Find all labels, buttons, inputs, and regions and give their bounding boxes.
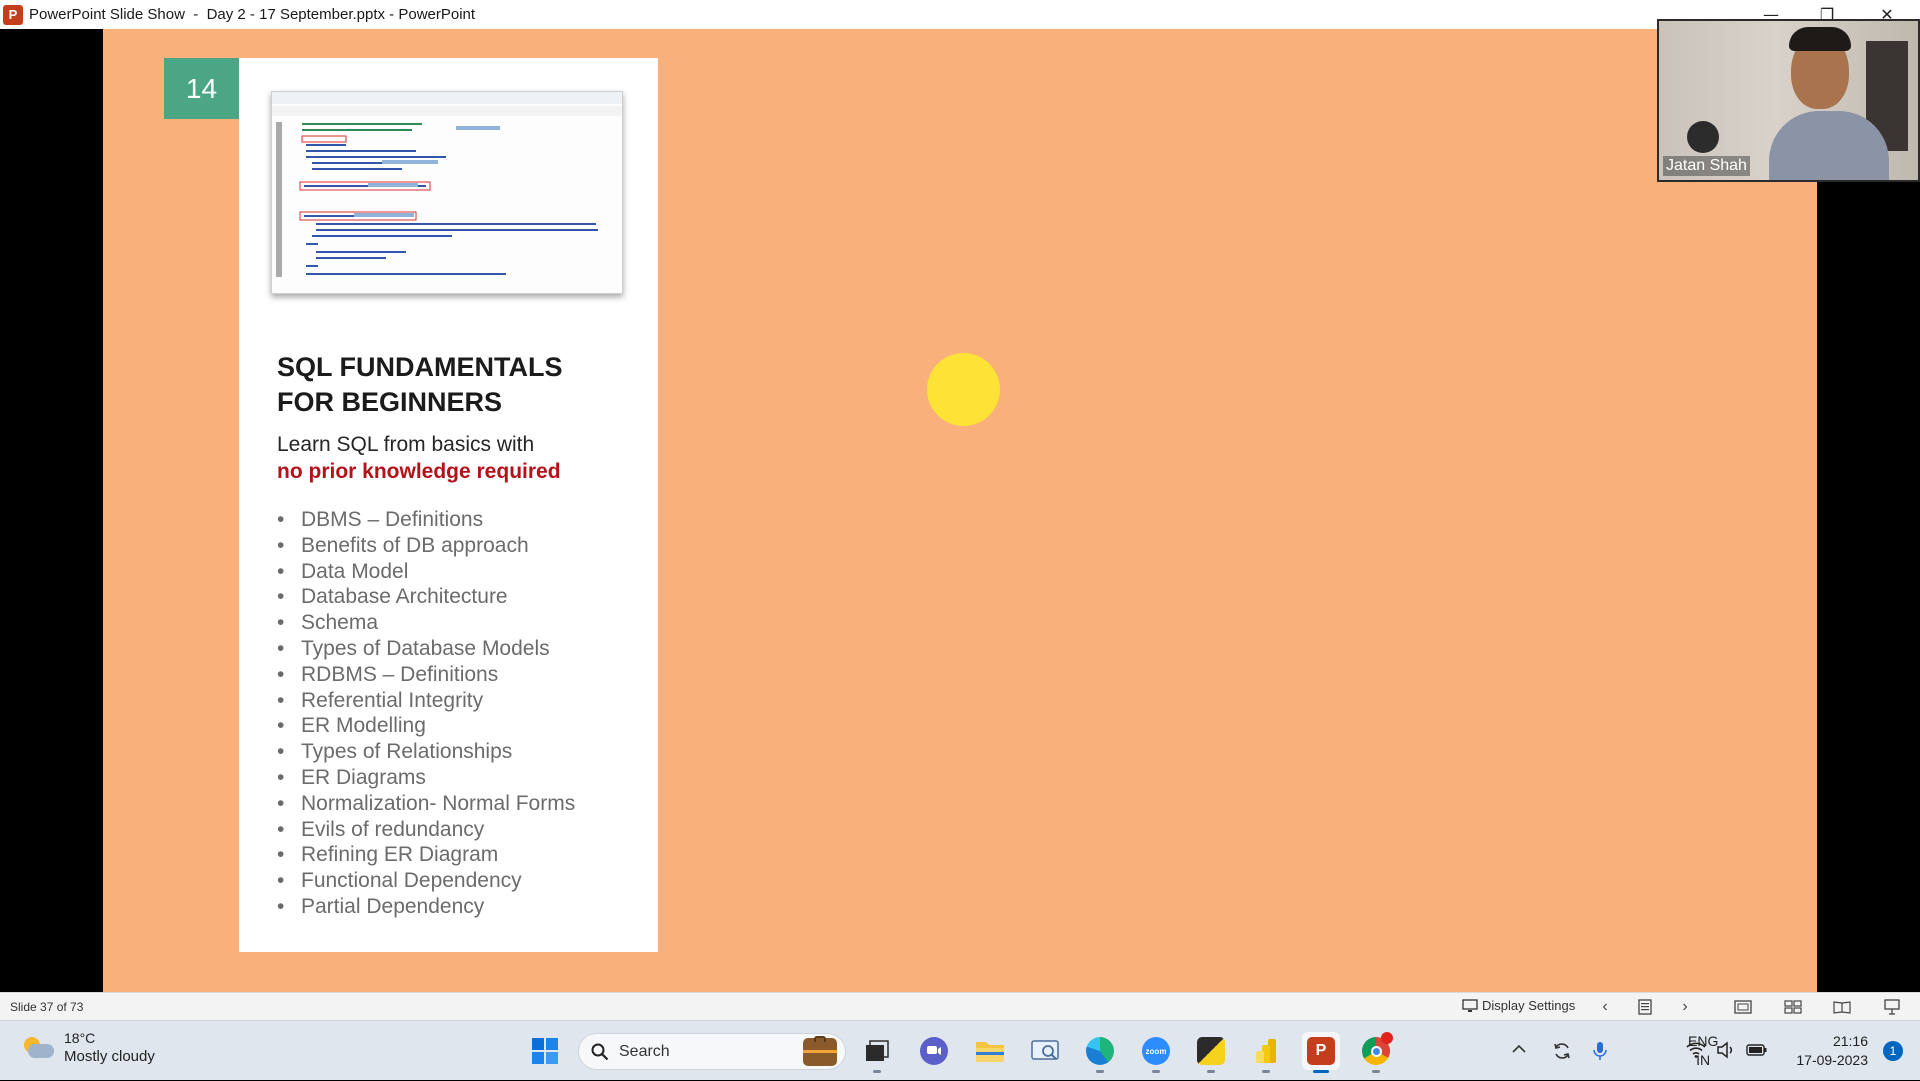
app-active-indicator <box>1313 1070 1329 1073</box>
list-item: Refining ER Diagram <box>277 842 637 868</box>
course-subtitle: Learn SQL from basics with no prior know… <box>277 431 637 485</box>
chevron-left-icon[interactable]: ‹ <box>1594 997 1616 1017</box>
edge-browser-button[interactable] <box>1081 1032 1119 1073</box>
video-microphone <box>1687 121 1719 153</box>
snipping-tool-button[interactable] <box>1026 1032 1064 1070</box>
list-item: Referential Integrity <box>277 688 637 714</box>
display-settings-label: Display Settings <box>1482 998 1576 1013</box>
task-view-icon <box>866 1040 889 1061</box>
snipping-tool-icon <box>1031 1040 1059 1060</box>
search-placeholder: Search <box>619 1042 670 1060</box>
windows-start-button[interactable] <box>526 1032 564 1070</box>
sticky-notes-button[interactable] <box>1192 1032 1230 1073</box>
reading-view-icon[interactable] <box>1831 997 1853 1017</box>
slideshow-icon[interactable] <box>1881 997 1903 1017</box>
notification-dot-icon <box>1381 1032 1393 1044</box>
laser-pointer-highlight <box>927 353 1000 426</box>
weather-desc: Mostly cloudy <box>64 1048 155 1065</box>
slideshow-status-bar: Slide 37 of 73 Display Settings ‹ › <box>0 992 1920 1020</box>
list-item: Partial Dependency <box>277 894 637 920</box>
weather-widget[interactable]: 18°C Mostly cloudy <box>22 1029 155 1067</box>
windows-taskbar: 18°C Mostly cloudy Search zoom P ENG IN … <box>0 1020 1920 1080</box>
participant-name: Jatan Shah <box>1663 156 1750 176</box>
powerpoint-app-icon: P <box>3 4 23 25</box>
chat-icon <box>920 1037 948 1065</box>
list-item: Functional Dependency <box>277 868 637 894</box>
normal-view-icon[interactable] <box>1732 997 1754 1017</box>
battery-icon[interactable] <box>1746 1043 1768 1062</box>
app-running-indicator <box>1152 1070 1160 1073</box>
title-bar: P PowerPoint Slide Show - Day 2 - 17 Sep… <box>0 0 1920 29</box>
chrome-button[interactable] <box>1357 1032 1395 1073</box>
zoom-button[interactable]: zoom <box>1137 1032 1175 1073</box>
course-card: SQL FUNDAMENTALS FOR BEGINNERS Learn SQL… <box>239 58 658 952</box>
list-item: RDBMS – Definitions <box>277 662 637 688</box>
slide-number-badge: 14 <box>164 58 239 119</box>
list-item: Database Architecture <box>277 584 637 610</box>
course-title: SQL FUNDAMENTALS FOR BEGINNERS <box>277 352 563 417</box>
monitor-icon <box>1462 998 1478 1012</box>
app-running-indicator <box>1372 1070 1380 1073</box>
list-item: DBMS – Definitions <box>277 507 637 533</box>
subtitle-text: Learn SQL from basics with <box>277 433 535 456</box>
notification-badge[interactable]: 1 <box>1883 1041 1903 1061</box>
sync-icon[interactable] <box>1552 1041 1572 1066</box>
list-item: Schema <box>277 610 637 636</box>
wifi-icon[interactable] <box>1686 1042 1706 1063</box>
slide-canvas[interactable]: 14 SQL FUNDAMENTALS FOR BEGINNERS Learn … <box>103 29 1817 992</box>
folder-icon <box>976 1042 1004 1062</box>
topic-list: DBMS – Definitions Benefits of DB approa… <box>277 507 637 920</box>
cloudy-weather-icon <box>22 1035 54 1061</box>
participant-video[interactable]: Jatan Shah <box>1657 19 1920 182</box>
list-item: Types of Database Models <box>277 636 637 662</box>
sticky-notes-icon <box>1197 1037 1225 1065</box>
edge-icon <box>1086 1037 1114 1065</box>
clock-date: 17-09-2023 <box>1796 1052 1868 1068</box>
windows-logo-icon <box>532 1038 558 1064</box>
weather-temp: 18°C <box>64 1030 96 1046</box>
app-running-indicator <box>1096 1070 1104 1073</box>
list-item: ER Diagrams <box>277 765 637 791</box>
app-running-indicator <box>873 1070 881 1073</box>
window-title: PowerPoint Slide Show - Day 2 - 17 Septe… <box>29 6 476 23</box>
taskbar-search-box[interactable]: Search <box>578 1033 846 1070</box>
code-screenshot-image <box>271 91 623 294</box>
list-item: Types of Relationships <box>277 739 637 765</box>
video-person-body <box>1769 111 1889 180</box>
search-icon <box>591 1043 609 1060</box>
subtitle-highlight: no prior knowledge required <box>277 460 561 483</box>
app-running-indicator <box>1207 1070 1215 1073</box>
powerpoint-button[interactable]: P <box>1302 1032 1340 1073</box>
slide-sorter-icon[interactable] <box>1782 997 1804 1017</box>
notes-icon[interactable] <box>1634 997 1656 1017</box>
teams-chat-button[interactable] <box>915 1032 953 1070</box>
list-item: Benefits of DB approach <box>277 533 637 559</box>
power-bi-button[interactable] <box>1247 1032 1285 1073</box>
list-item: Evils of redundancy <box>277 817 637 843</box>
volume-icon[interactable] <box>1716 1041 1736 1064</box>
file-explorer-button[interactable] <box>971 1032 1009 1070</box>
system-clock[interactable]: 21:16 17-09-2023 <box>1788 1032 1868 1070</box>
display-settings-button[interactable]: Display Settings <box>1462 998 1575 1013</box>
slide-counter: Slide 37 of 73 <box>10 1000 84 1014</box>
list-item: ER Modelling <box>277 713 637 739</box>
task-view-button[interactable] <box>858 1032 896 1073</box>
video-person-hair <box>1789 27 1851 51</box>
power-bi-icon <box>1256 1039 1276 1063</box>
zoom-icon: zoom <box>1142 1037 1170 1065</box>
microphone-icon[interactable] <box>1593 1041 1607 1066</box>
chevron-up-icon[interactable] <box>1512 1041 1526 1059</box>
app-running-indicator <box>1262 1070 1270 1073</box>
list-item: Normalization- Normal Forms <box>277 791 637 817</box>
powerpoint-icon: P <box>1307 1037 1335 1065</box>
chevron-right-icon[interactable]: › <box>1674 997 1696 1017</box>
briefcase-icon <box>803 1036 837 1066</box>
clock-time: 21:16 <box>1832 1033 1868 1049</box>
list-item: Data Model <box>277 559 637 585</box>
